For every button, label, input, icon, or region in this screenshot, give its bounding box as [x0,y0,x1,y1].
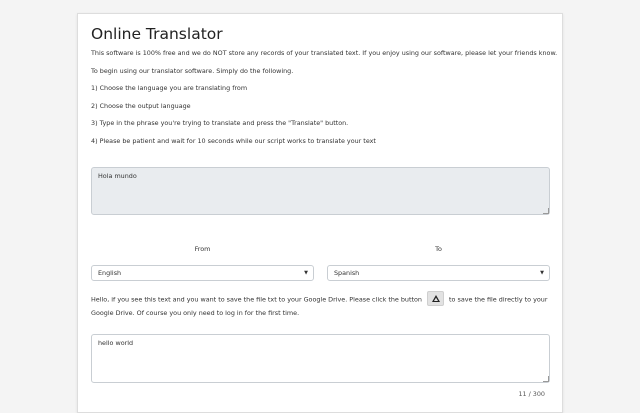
to-label: To [435,245,442,253]
save-to-drive-button[interactable] [427,291,444,306]
source-text-input[interactable]: Hola mundo [91,167,550,215]
from-language-select[interactable]: English ▼ [91,265,314,281]
google-drive-icon [432,295,440,302]
to-language-value: Spanish [334,269,360,277]
translator-card: Online Translator This software is 100% … [77,13,563,413]
step-1: 1) Choose the language you are translati… [91,84,248,92]
output-resize-handle[interactable] [543,376,549,382]
translated-text-output[interactable]: hello world [91,334,550,383]
intro-text: This software is 100% free and we do NOT… [91,49,558,57]
step-2: 2) Choose the output language [91,102,191,110]
page-title: Online Translator [91,25,223,43]
step-3: 3) Type in the phrase you're trying to t… [91,119,349,127]
from-language-value: English [98,269,122,277]
from-label: From [194,245,211,253]
to-language-select[interactable]: Spanish ▼ [327,265,550,281]
drive-text-before: Hello, if you see this text and you want… [91,295,422,304]
chevron-down-icon: ▼ [304,270,308,276]
step-4: 4) Please be patient and wait for 10 sec… [91,137,376,145]
chevron-down-icon: ▼ [540,270,544,276]
begin-text: To begin using our translator software. … [91,67,294,75]
input-resize-handle[interactable] [543,208,549,214]
drive-instructions: Hello, if you see this text and you want… [91,291,553,321]
character-counter: 11 / 300 [518,390,545,398]
